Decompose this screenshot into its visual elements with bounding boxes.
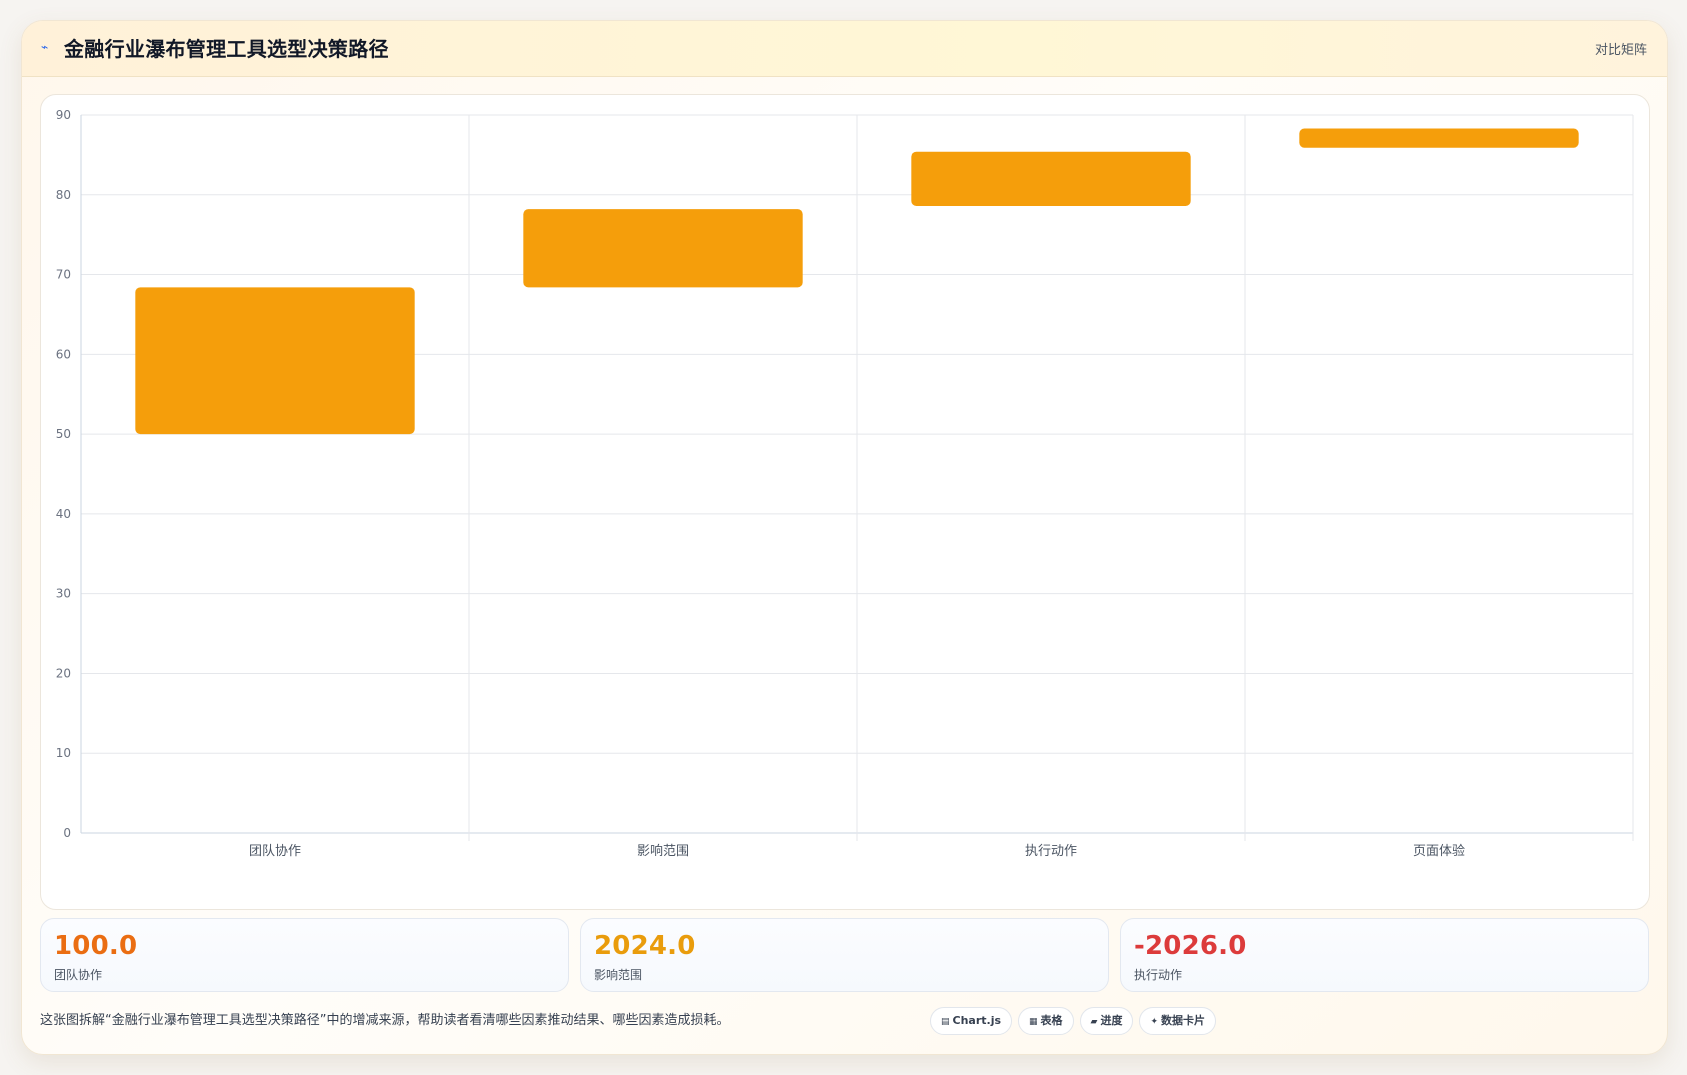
tag-chips: ▤ Chart.js ▦ 表格 ▰ 进度 ✦ 数据卡片 — [930, 1007, 1222, 1037]
kpi-card-team: 100.0 团队协作 — [40, 918, 569, 992]
chart-panel: 0 10 20 30 40 50 60 70 80 90 团队协作 影响范围 执行动作 页面体验 — [40, 94, 1650, 910]
kpi-row: 100.0 团队协作 2024.0 影响范围 -2026.0 执行动作 — [40, 918, 1649, 992]
x-tick-label: 执行动作 — [1025, 844, 1077, 859]
x-tick-label: 影响范围 — [637, 843, 689, 859]
y-tick-label: 50 — [56, 427, 71, 441]
sparkle-icon: ✦ — [1150, 1017, 1159, 1027]
kpi-value: -2026.0 — [1134, 931, 1247, 961]
y-tick-label: 30 — [56, 587, 71, 601]
y-tick-label: 20 — [56, 666, 71, 680]
y-tick-label: 80 — [56, 188, 71, 202]
chip-label: 进度 — [1100, 1014, 1123, 1027]
line-chart-icon: ⌁ — [41, 40, 49, 54]
page-title: 金融行业瀑布管理工具选型决策路径 — [64, 37, 389, 61]
chip-progress[interactable]: ▰ 进度 — [1079, 1007, 1134, 1035]
x-tick-label: 团队协作 — [249, 844, 301, 859]
chart-icon: ▤ — [941, 1017, 950, 1027]
y-tick-label: 70 — [56, 268, 71, 282]
chip-label: 数据卡片 — [1161, 1014, 1206, 1027]
chart-description: 这张图拆解“金融行业瀑布管理工具选型决策路径”中的增减来源，帮助读者看清哪些因素… — [40, 1013, 730, 1028]
kpi-value: 2024.0 — [594, 931, 696, 961]
card-header: ⌁ 金融行业瀑布管理工具选型决策路径 对比矩阵 — [22, 21, 1667, 77]
table-icon: ▦ — [1029, 1017, 1038, 1027]
y-tick-label: 10 — [56, 746, 71, 760]
y-tick-label: 40 — [56, 507, 71, 521]
y-tick-label: 60 — [56, 347, 71, 361]
compare-matrix-link[interactable]: 对比矩阵 — [1595, 39, 1647, 58]
chip-data-card[interactable]: ✦ 数据卡片 — [1139, 1007, 1217, 1035]
bar — [135, 287, 415, 435]
chip-chartjs[interactable]: ▤ Chart.js — [930, 1007, 1013, 1035]
y-tick-label: 0 — [63, 826, 71, 840]
progress-icon: ▰ — [1090, 1017, 1098, 1027]
waterfall-chart: 0 10 20 30 40 50 60 70 80 90 团队协作 影响范围 执行动作 页面体验 — [56, 108, 1634, 859]
x-tick-label: 页面体验 — [1413, 843, 1465, 859]
kpi-label: 执行动作 — [1134, 968, 1183, 982]
chip-table[interactable]: ▦ 表格 — [1018, 1007, 1074, 1035]
chip-label: 表格 — [1040, 1014, 1063, 1027]
dashboard-card: ⌁ 金融行业瀑布管理工具选型决策路径 对比矩阵 0 10 20 30 40 50 60 70 8… — [21, 20, 1668, 1055]
bar — [911, 151, 1191, 206]
kpi-label: 团队协作 — [54, 968, 103, 982]
bar — [1299, 128, 1579, 148]
kpi-card-action: -2026.0 执行动作 — [1120, 918, 1649, 992]
bar — [523, 209, 803, 288]
chip-label: Chart.js — [952, 1014, 1002, 1027]
kpi-label: 影响范围 — [594, 968, 643, 982]
kpi-card-impact: 2024.0 影响范围 — [580, 918, 1109, 992]
y-tick-label: 90 — [56, 108, 71, 122]
kpi-value: 100.0 — [54, 931, 138, 961]
